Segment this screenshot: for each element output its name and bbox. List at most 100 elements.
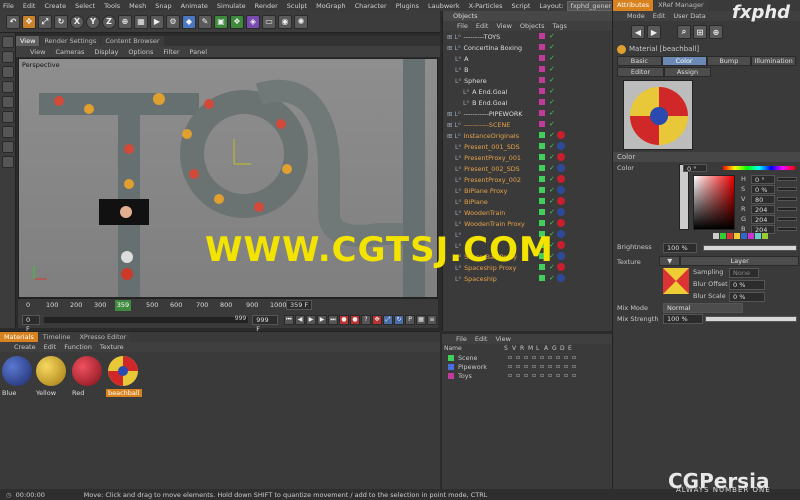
blur-offset-field[interactable]: 0 % [729,280,765,290]
visibility-check-icon[interactable]: ✓ [549,44,557,51]
tab-xref-manager[interactable]: XRef Manager [654,0,708,11]
record-icon[interactable]: ● [339,315,349,325]
deformer-icon[interactable]: ◈ [246,14,260,29]
visibility-check-icon[interactable]: ✓ [549,209,557,216]
layer-flag-toggle-icon[interactable]: ▫ [524,372,532,379]
layer-flag-toggle-icon[interactable]: ▫ [548,363,556,370]
channel-basic[interactable]: Basic [617,56,662,66]
vp-menu-options[interactable]: Options [128,48,153,56]
channel-slider[interactable] [777,177,797,181]
layer-color-tag[interactable] [539,55,545,61]
material-tag-icon[interactable] [557,164,565,172]
layer-flag-toggle-icon[interactable]: ▫ [572,363,580,370]
color-swatch[interactable] [679,164,689,230]
tab-materials[interactable]: Materials [0,332,38,342]
layer-menu-file[interactable]: File [456,335,467,343]
world-coord-icon[interactable]: ⊕ [118,14,132,29]
material-tag-icon[interactable] [557,241,565,249]
attr-menu-mode[interactable]: Mode [627,12,645,20]
material-tag-icon[interactable] [557,274,565,282]
material-tag-icon[interactable] [557,230,565,238]
obj-menu-tags[interactable]: Tags [552,22,566,30]
object-row[interactable]: L⁰ BiPlane ✓ [443,196,612,207]
move-icon[interactable]: ✥ [22,14,36,29]
layer-flag-toggle-icon[interactable]: ▫ [556,372,564,379]
layer-flag-toggle-icon[interactable]: ▫ [540,354,548,361]
visibility-check-icon[interactable]: ✓ [549,99,557,106]
keyframe-selection-icon[interactable]: ? [361,315,371,325]
texture-thumbnail[interactable] [663,268,689,294]
layer-color-tag[interactable] [539,187,545,193]
object-row[interactable]: L⁰ B End.Goal ✓ [443,97,612,108]
play-icon[interactable]: ▶ [306,315,316,325]
floor-icon[interactable]: ▭ [262,14,276,29]
vp-menu-display[interactable]: Display [94,48,118,56]
layer-color-swatch[interactable] [448,363,454,370]
channel-slider[interactable] [777,207,797,211]
visibility-check-icon[interactable]: ✓ [549,143,557,150]
obj-menu-view[interactable]: View [496,22,511,30]
object-row[interactable]: ⊞ L⁰ ---------TOYS ✓ [443,31,612,42]
render-settings-icon[interactable]: ⚙ [166,14,180,29]
menu-file[interactable]: File [3,2,14,10]
hue-slider[interactable] [723,166,795,170]
layer-flag-toggle-icon[interactable]: ▫ [564,354,572,361]
texture-mode-icon[interactable] [2,51,14,63]
material-blue[interactable] [2,356,32,386]
layer-menu-view[interactable]: View [495,335,510,343]
back-icon[interactable]: ◀ [631,25,645,39]
object-row[interactable]: ⊞ L⁰ InstanceOriginals ✓ [443,130,612,141]
tab-xpresso[interactable]: XPresso Editor [75,332,131,342]
layer-row[interactable]: Pipework ▫ ▫ ▫ ▫ ▫ ▫ ▫ ▫ ▫ [442,362,612,371]
start-frame-field[interactable]: 0 F [22,315,40,333]
object-row[interactable]: L⁰ B ✓ [443,64,612,75]
channel-slider[interactable] [777,197,797,201]
rotate-icon[interactable]: ↻ [54,14,68,29]
menu-create[interactable]: Create [44,2,66,10]
layer-color-tag[interactable] [539,132,545,138]
cube-icon[interactable]: ◆ [182,14,196,29]
channel-slider[interactable] [777,227,797,231]
visibility-check-icon[interactable]: ✓ [549,121,557,128]
autokey-icon[interactable]: ● [350,315,360,325]
tab-render-settings[interactable]: Render Settings [40,36,101,46]
visibility-check-icon[interactable]: ✓ [549,77,557,84]
attr-menu-userdata[interactable]: User Data [673,12,705,20]
layer-flag-toggle-icon[interactable]: ▫ [508,372,516,379]
menu-plugins[interactable]: Plugins [396,2,419,10]
menu-mesh[interactable]: Mesh [129,2,146,10]
texture-menu-button[interactable]: ▼ [659,256,681,266]
visibility-check-icon[interactable]: ✓ [549,55,557,62]
edges-mode-icon[interactable] [2,96,14,108]
next-key-icon[interactable]: ▶ [317,315,327,325]
vp-menu-filter[interactable]: Filter [163,48,179,56]
mix-mode-select[interactable]: Normal [663,303,743,313]
array-icon[interactable]: ❖ [230,14,244,29]
scale-icon[interactable]: ⤢ [38,14,52,29]
light-icon[interactable]: ✺ [294,14,308,29]
object-row[interactable]: L⁰ PresentProxy_001 ✓ [443,152,612,163]
mat-menu-function[interactable]: Function [64,343,92,351]
layer-color-tag[interactable] [539,220,545,226]
layer-color-tag[interactable] [539,33,545,39]
layer-flag-toggle-icon[interactable]: ▫ [516,372,524,379]
lock-icon[interactable]: ⊞ [693,25,707,39]
layer-color-tag[interactable] [539,44,545,50]
layer-color-tag[interactable] [539,99,545,105]
layer-color-tag[interactable] [539,110,545,116]
menu-character[interactable]: Character [355,2,387,10]
visibility-check-icon[interactable]: ✓ [549,176,557,183]
channel-value-field[interactable]: 0 ° [751,175,775,184]
tab-attributes[interactable]: Attributes [613,0,654,11]
x-axis-icon[interactable]: X [70,14,84,29]
object-row[interactable]: L⁰ WoodenTrain ✓ [443,207,612,218]
channel-value-field[interactable]: 80 % [751,195,775,213]
material-red[interactable] [72,356,102,386]
layer-flag-toggle-icon[interactable]: ▫ [532,363,540,370]
object-row[interactable]: L⁰ WoodenTrain Proxy ✓ [443,218,612,229]
render-view-icon[interactable]: ▶ [150,14,164,29]
hue-field[interactable]: 0 ° [683,164,707,173]
layer-button[interactable]: Layer [680,256,799,266]
menu-tools[interactable]: Tools [104,2,120,10]
current-frame-marker[interactable]: 359 [115,300,131,311]
